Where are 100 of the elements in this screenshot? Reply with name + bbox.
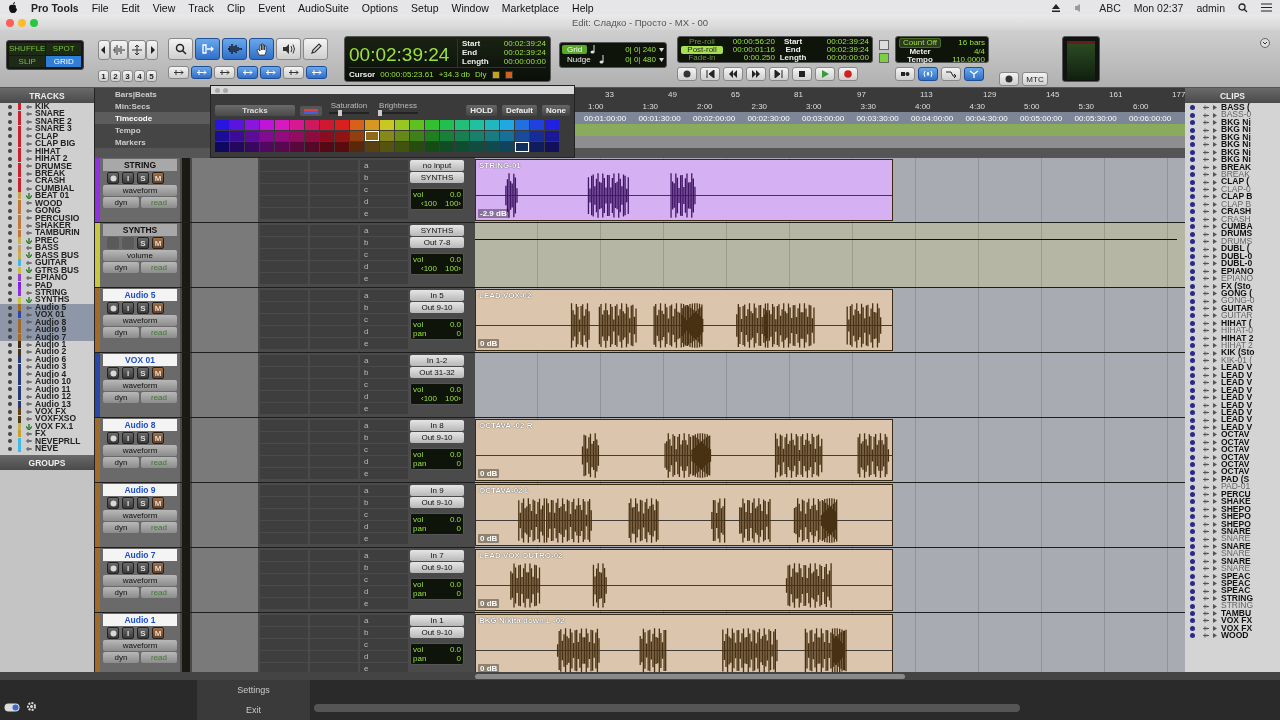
counter-value[interactable]: 00:00:00:00 (488, 57, 546, 66)
audio-clip[interactable]: OCTAVA-02 L 0 dB (475, 484, 893, 546)
track-list-item[interactable]: CUMBIAL (0, 184, 94, 193)
track-list-item[interactable]: Audio 13 (0, 400, 94, 408)
clip-list-item[interactable]: CLAP ( (1185, 178, 1280, 186)
track-list-item[interactable]: CRASH (0, 177, 94, 185)
input-monitor-button[interactable]: I (122, 497, 134, 509)
app-menu[interactable]: Pro Tools (31, 1, 79, 14)
pan-value[interactable]: 0 (437, 459, 461, 468)
clip-list-item[interactable]: VOX FX (1185, 624, 1280, 633)
zoom-preset-button[interactable]: 5 (146, 70, 157, 82)
output-selector[interactable]: Out 9-10 (410, 562, 464, 573)
track-list-item[interactable]: WOOD (0, 199, 94, 208)
volume-value[interactable]: 0.0 (437, 385, 461, 394)
track-list-item[interactable]: SNARE 3 (0, 125, 94, 133)
track-list-item[interactable]: SNARE 2 (0, 117, 94, 126)
menu-item[interactable]: Options (361, 1, 399, 14)
audio-clip[interactable]: LEAD VOX OUTRO-02 0 dB (475, 549, 893, 611)
clip-gain[interactable]: 0 dB (478, 339, 500, 348)
nudge-button[interactable]: Nudge (562, 55, 596, 64)
input-monitor-button[interactable]: I (122, 367, 134, 379)
clip-list-item[interactable]: CRASH (1185, 208, 1280, 216)
send-slot[interactable]: a (360, 160, 408, 171)
track-list-item[interactable]: Audio 12 (0, 393, 94, 401)
track-name[interactable]: Audio 8 (103, 419, 177, 431)
track-list-item[interactable]: HIHAT 2 (0, 155, 94, 163)
track-list-item[interactable]: VOX FX.1 (0, 422, 94, 431)
input-selector[interactable]: In 9 (410, 485, 464, 496)
send-slot[interactable]: d (360, 586, 408, 597)
menu-item[interactable]: Setup (411, 1, 439, 14)
view-dropdown[interactable]: waveform (103, 315, 177, 326)
zoom-preset-button[interactable]: 4 (134, 70, 145, 82)
send-slot[interactable]: a (360, 225, 408, 236)
clip-list-item[interactable]: OCTAV (1185, 453, 1280, 461)
clip-list-item[interactable]: SPEAC (1185, 572, 1280, 580)
view-dropdown[interactable]: waveform (103, 380, 177, 391)
send-slot[interactable]: c (360, 184, 408, 195)
menu-item[interactable]: Clip (227, 1, 246, 14)
send-slot[interactable]: e (360, 208, 408, 219)
track-list-item[interactable]: HIHAT (0, 147, 94, 156)
send-slot[interactable]: b (360, 172, 408, 183)
track-list-item[interactable]: Audio 9 (0, 326, 94, 334)
send-slot[interactable]: b (360, 237, 408, 248)
clip-list-item[interactable]: KIK (Sto (1185, 349, 1280, 357)
solo-button[interactable]: S (137, 367, 149, 379)
menu-item[interactable]: Help (572, 1, 594, 14)
counter-value[interactable]: 00:02:39:24 (488, 39, 546, 48)
track-list-item[interactable]: NEVEPRLL (0, 437, 94, 446)
track-list-item[interactable]: GTRS BUS (0, 266, 94, 275)
clip-list-item[interactable]: SNARE (1185, 535, 1280, 543)
clip-list-item[interactable]: BREAK (1185, 170, 1280, 179)
output-selector[interactable]: Out 9-10 (410, 497, 464, 508)
clip-list-item[interactable]: CLAP-0 (1185, 185, 1280, 194)
selection-value[interactable]: 00:02:39:24 (811, 38, 869, 46)
clip-list-item[interactable]: SNARE (1185, 542, 1280, 551)
clip-list-item[interactable]: HIHAT-0 (1185, 327, 1280, 335)
edit-mode-button[interactable]: SLIP (9, 55, 46, 67)
track-name[interactable]: Audio 9 (103, 484, 177, 496)
dynamics-button[interactable]: dyn (103, 652, 139, 663)
zoom-preset-button[interactable]: 2 (110, 70, 121, 82)
clip-list-item[interactable]: DUBL-0 (1185, 260, 1280, 268)
clip-list-item[interactable]: OCTAV (1185, 468, 1280, 476)
clip-list-item[interactable]: LEAD V (1185, 379, 1280, 387)
input-selector[interactable]: In 5 (410, 290, 464, 301)
track-list-item[interactable]: Audio 8 (0, 318, 94, 327)
clip-list-item[interactable]: BASS-0 (1185, 111, 1280, 119)
sync-button[interactable]: MTC (1022, 72, 1048, 86)
mute-button[interactable]: M (152, 432, 164, 444)
clip-list-item[interactable]: KIK-01 ( (1185, 356, 1280, 365)
clip-list-item[interactable]: LEAD V (1185, 364, 1280, 372)
solo-button[interactable]: S (137, 172, 149, 184)
mute-button[interactable]: M (152, 497, 164, 509)
clip-list-item[interactable]: SNARE (1185, 565, 1280, 573)
clip-list-item[interactable]: FX (Sto (1185, 282, 1280, 290)
track-list-item[interactable]: KIK (0, 103, 94, 111)
track-lane[interactable]: OCTAVA -02 R 0 dB (475, 418, 1185, 482)
input-selector[interactable]: In 1-2 (410, 355, 464, 366)
solo-button[interactable]: S (137, 562, 149, 574)
menu-item[interactable]: Edit (121, 1, 140, 14)
send-slot[interactable]: b (360, 497, 408, 508)
clip-list-item[interactable]: BKG Ni (1185, 118, 1280, 127)
clip-list-item[interactable]: BKG Ni (1185, 156, 1280, 164)
clip-list-item[interactable]: BKG Ni (1185, 126, 1280, 134)
track-list-item[interactable]: Audio 7 (0, 333, 94, 341)
track-name[interactable]: Audio 5 (103, 289, 177, 301)
track-list-item[interactable]: PAD (0, 281, 94, 289)
dynamics-button[interactable]: dyn (103, 197, 139, 208)
meter-value[interactable]: 4/4 (941, 48, 985, 56)
track-list-item[interactable]: NEVE (0, 445, 94, 453)
clip-list-item[interactable]: STRING (1185, 594, 1280, 603)
track-list-item[interactable]: VOX FX (0, 407, 94, 416)
send-slot[interactable]: c (360, 509, 408, 520)
track-list-item[interactable]: Audio 1 (0, 341, 94, 349)
volume-value[interactable]: 0.0 (437, 255, 461, 264)
track-list-item[interactable]: Audio 6 (0, 355, 94, 364)
mute-button[interactable]: M (152, 237, 164, 249)
send-slot[interactable]: c (360, 444, 408, 455)
track-list-item[interactable]: PERCUSIO (0, 214, 94, 222)
pan-value[interactable]: ‹100 (413, 199, 437, 208)
track-list-item[interactable]: SYNTHS (0, 296, 94, 304)
